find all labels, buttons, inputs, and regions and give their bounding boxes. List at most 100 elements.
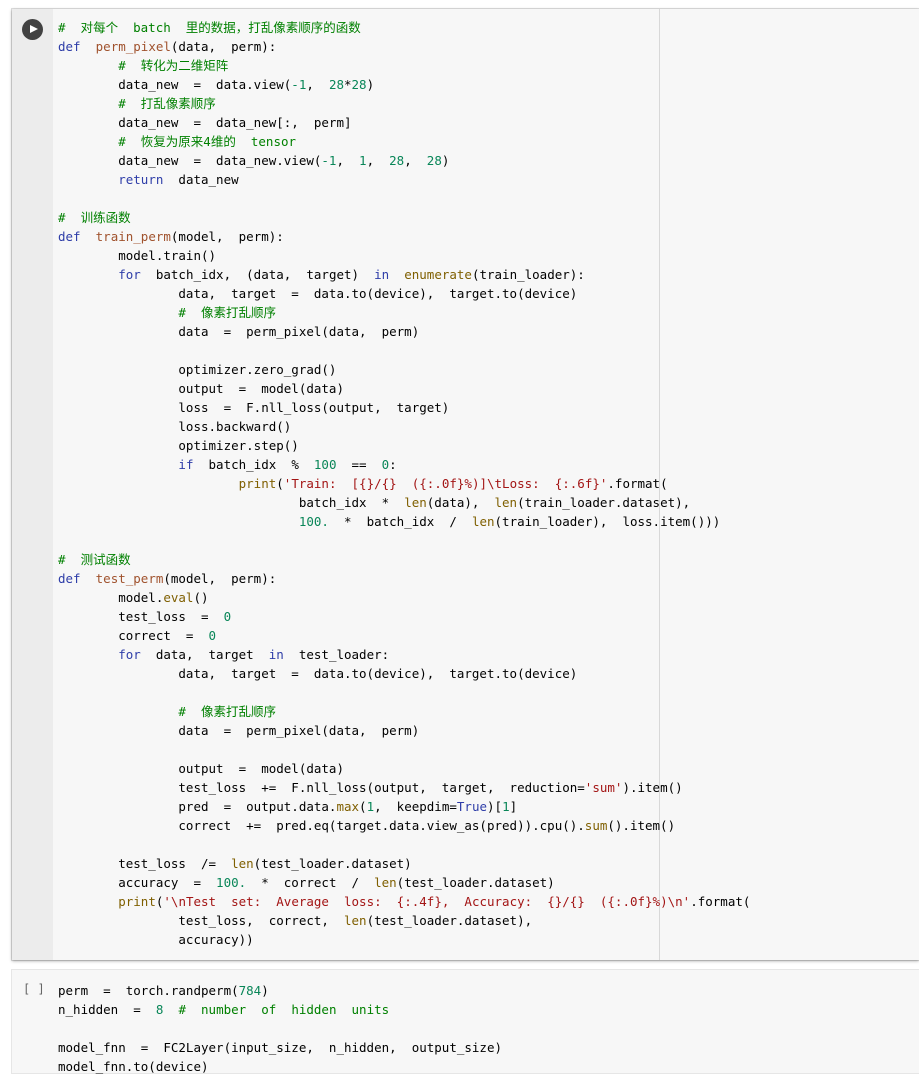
code-token: (train_loader.dataset),: [517, 495, 691, 510]
code-token: print: [118, 894, 156, 909]
cell-gutter: [12, 9, 53, 960]
code-token: in: [374, 267, 390, 282]
code-token: test_loss, correct,: [58, 913, 344, 928]
code-line: perm = torch.randperm(784): [58, 981, 502, 1000]
code-token: eval: [163, 590, 194, 605]
code-token: (model, perm):: [163, 571, 277, 586]
code-line: accuracy)): [58, 930, 750, 949]
code-token: for: [118, 647, 141, 662]
code-line: model_fnn = FC2Layer(input_size, n_hidde…: [58, 1038, 502, 1057]
code-token: batch_idx %: [193, 457, 314, 472]
code-token: -1: [321, 153, 337, 168]
execution-count: [ ]: [23, 982, 45, 996]
code-token: perm = torch.randperm(: [58, 983, 239, 998]
code-text[interactable]: # 对每个 batch 里的数据，打乱像素顺序的函数 def perm_pixel…: [58, 18, 750, 949]
code-line: # 测试函数: [58, 550, 750, 569]
code-token: batch_idx, (data, target): [140, 267, 375, 282]
code-token: test_loss /=: [58, 856, 232, 871]
code-token: perm_pixel: [95, 39, 171, 54]
code-cell-1[interactable]: # 对每个 batch 里的数据，打乱像素顺序的函数 def perm_pixel…: [12, 9, 919, 960]
code-line: def test_perm(model, perm):: [58, 569, 750, 588]
code-cell-2[interactable]: [ ] perm = torch.randperm(784) n_hidden =…: [12, 970, 919, 1076]
code-token: ]: [509, 799, 518, 814]
code-token: len: [494, 495, 518, 510]
code-line: optimizer.zero_grad(): [58, 360, 750, 379]
code-token: data_new: [163, 172, 239, 187]
code-token: accuracy)): [58, 932, 254, 947]
code-token: model.: [58, 590, 164, 605]
code-token: for: [118, 267, 141, 282]
code-line: batch_idx * len(data), len(train_loader.…: [58, 493, 750, 512]
code-token: # 恢复为原来4维的 tensor: [118, 134, 297, 149]
code-line: model_fnn.to(device): [58, 1057, 502, 1076]
code-line: correct += pred.eq(target.data.view_as(p…: [58, 816, 750, 835]
code-token: 28: [328, 77, 344, 92]
code-token: 100.: [216, 875, 247, 890]
code-token: model.train(): [58, 248, 217, 263]
code-token: # 像素打乱顺序: [178, 305, 276, 320]
code-line: def train_perm(model, perm):: [58, 227, 750, 246]
code-token: loss.backward(): [58, 419, 292, 434]
code-editor[interactable]: # 对每个 batch 里的数据，打乱像素顺序的函数 def perm_pixel…: [53, 9, 919, 960]
code-token: enumerate: [404, 267, 472, 282]
code-token: (data),: [426, 495, 495, 510]
code-token: def: [58, 229, 81, 244]
code-token: # 转化为二维矩阵: [118, 58, 229, 73]
code-line: loss = F.nll_loss(output, target): [58, 398, 750, 417]
code-line: # 像素打乱顺序: [58, 702, 750, 721]
code-token: len: [471, 514, 495, 529]
code-token: ): [441, 153, 450, 168]
code-token: ): [366, 77, 375, 92]
code-line: test_loss = 0: [58, 607, 750, 626]
code-token: -1: [291, 77, 307, 92]
code-line: accuracy = 100. * correct / len(test_loa…: [58, 873, 750, 892]
code-text[interactable]: perm = torch.randperm(784) n_hidden = 8 #…: [58, 981, 502, 1076]
code-token: def: [58, 39, 81, 54]
code-token: True: [456, 799, 487, 814]
code-line: test_loss += F.nll_loss(output, target, …: [58, 778, 750, 797]
code-line: data, target = data.to(device), target.t…: [58, 664, 750, 683]
code-line: 100. * batch_idx / len(train_loader), lo…: [58, 512, 750, 531]
code-line: # 恢复为原来4维的 tensor: [58, 132, 750, 151]
code-token: data, target = data.to(device), target.t…: [58, 666, 578, 681]
code-token: def: [58, 571, 81, 586]
code-token: test_loss += F.nll_loss(output, target, …: [58, 780, 585, 795]
code-token: (test_loader.dataset): [396, 875, 555, 890]
code-line: test_loss, correct, len(test_loader.data…: [58, 911, 750, 930]
code-token: '\nTest set: Average loss: {:.4f}, Accur…: [163, 894, 691, 909]
code-token: max: [336, 799, 360, 814]
code-token: ,: [404, 153, 427, 168]
code-token: )[: [487, 799, 503, 814]
run-cell-button[interactable]: [22, 19, 43, 40]
code-line: model.eval(): [58, 588, 750, 607]
code-token: * correct /: [246, 875, 375, 890]
code-line: def perm_pixel(data, perm):: [58, 37, 750, 56]
code-token: # 像素打乱顺序: [178, 704, 276, 719]
code-token: data, target: [140, 647, 269, 662]
code-line: for batch_idx, (data, target) in enumera…: [58, 265, 750, 284]
code-token: if: [178, 457, 194, 472]
code-line: optimizer.step(): [58, 436, 750, 455]
code-token: len: [343, 913, 367, 928]
code-token: data = perm_pixel(data, perm): [58, 723, 420, 738]
code-token: ().item(): [607, 818, 676, 833]
code-token: (: [359, 799, 367, 814]
code-token: test_loader:: [283, 647, 390, 662]
code-token: model_fnn.to(device): [58, 1059, 209, 1074]
code-token: # number of hidden units: [178, 1002, 390, 1017]
code-token: return: [118, 172, 164, 187]
code-token: (: [276, 476, 284, 491]
code-token: ==: [336, 457, 382, 472]
code-token: 'Train: [{}/{} ({:.0f}%)]\tLoss: {:.6f}': [283, 476, 608, 491]
